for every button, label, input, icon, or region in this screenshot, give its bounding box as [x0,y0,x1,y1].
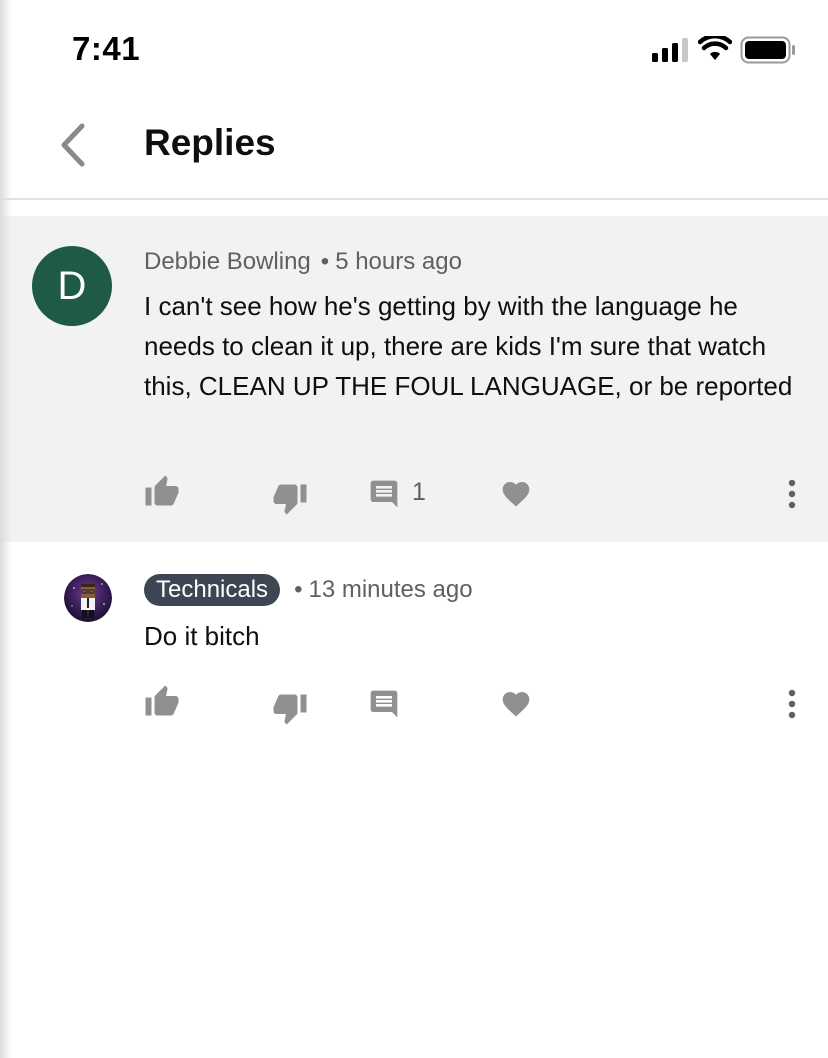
reply-button[interactable] [368,688,404,724]
author-name[interactable]: Debbie Bowling [144,248,311,275]
back-button[interactable] [48,120,98,170]
screen-edge-shadow [0,0,12,1058]
chevron-left-icon [61,123,85,167]
wifi-icon [698,36,732,60]
reply-button[interactable] [368,478,404,514]
meta-separator: • [320,248,330,275]
battery-icon [740,36,795,64]
comment-meta: Debbie Bowling • 5 hours ago [144,248,462,276]
heart-icon [502,692,530,717]
comment-text: I can't see how he's getting by with the… [144,291,793,401]
like-button[interactable] [144,474,180,510]
more-vertical-icon [788,689,796,719]
comment-icon [370,690,398,718]
comment-actions [0,684,828,726]
like-button[interactable] [144,684,180,720]
more-options-button[interactable] [778,476,806,512]
signal-icon [652,38,688,62]
thumbs-down-icon [273,694,307,725]
avatar[interactable] [64,574,112,622]
heart-button[interactable] [500,688,536,724]
heart-icon [502,482,530,507]
dislike-button[interactable] [272,480,308,516]
more-options-button[interactable] [778,686,806,722]
thumbs-down-icon [273,484,307,515]
thumbs-up-icon [145,685,179,716]
reply-count[interactable]: 1 [412,478,426,507]
parent-comment: D Debbie Bowling • 5 hours ago I can't see… [0,216,828,542]
meta-separator: • [294,576,303,603]
avatar[interactable]: D [32,246,112,326]
author-badge[interactable]: Technicals [144,574,281,606]
thumbs-up-icon [145,475,179,506]
comment-time: 13 minutes ago [308,576,473,603]
dislike-button[interactable] [272,690,308,726]
comment-icon [370,480,398,508]
reply-comment: Technicals • 13 minutes ago Do it bitch [0,542,828,762]
heart-button[interactable] [500,478,536,514]
more-vertical-icon [788,479,796,509]
comment-actions: 1 [0,474,828,516]
comment-text: Do it bitch [144,621,260,651]
comment-time: 5 hours ago [335,248,462,275]
app-header: Replies [0,100,828,200]
status-time: 7:41 [72,30,141,67]
comment-meta: Technicals • 13 minutes ago [144,574,473,606]
status-bar: 7:41 [0,0,828,100]
page-title: Replies [144,122,276,163]
avatar-icon [64,574,112,622]
